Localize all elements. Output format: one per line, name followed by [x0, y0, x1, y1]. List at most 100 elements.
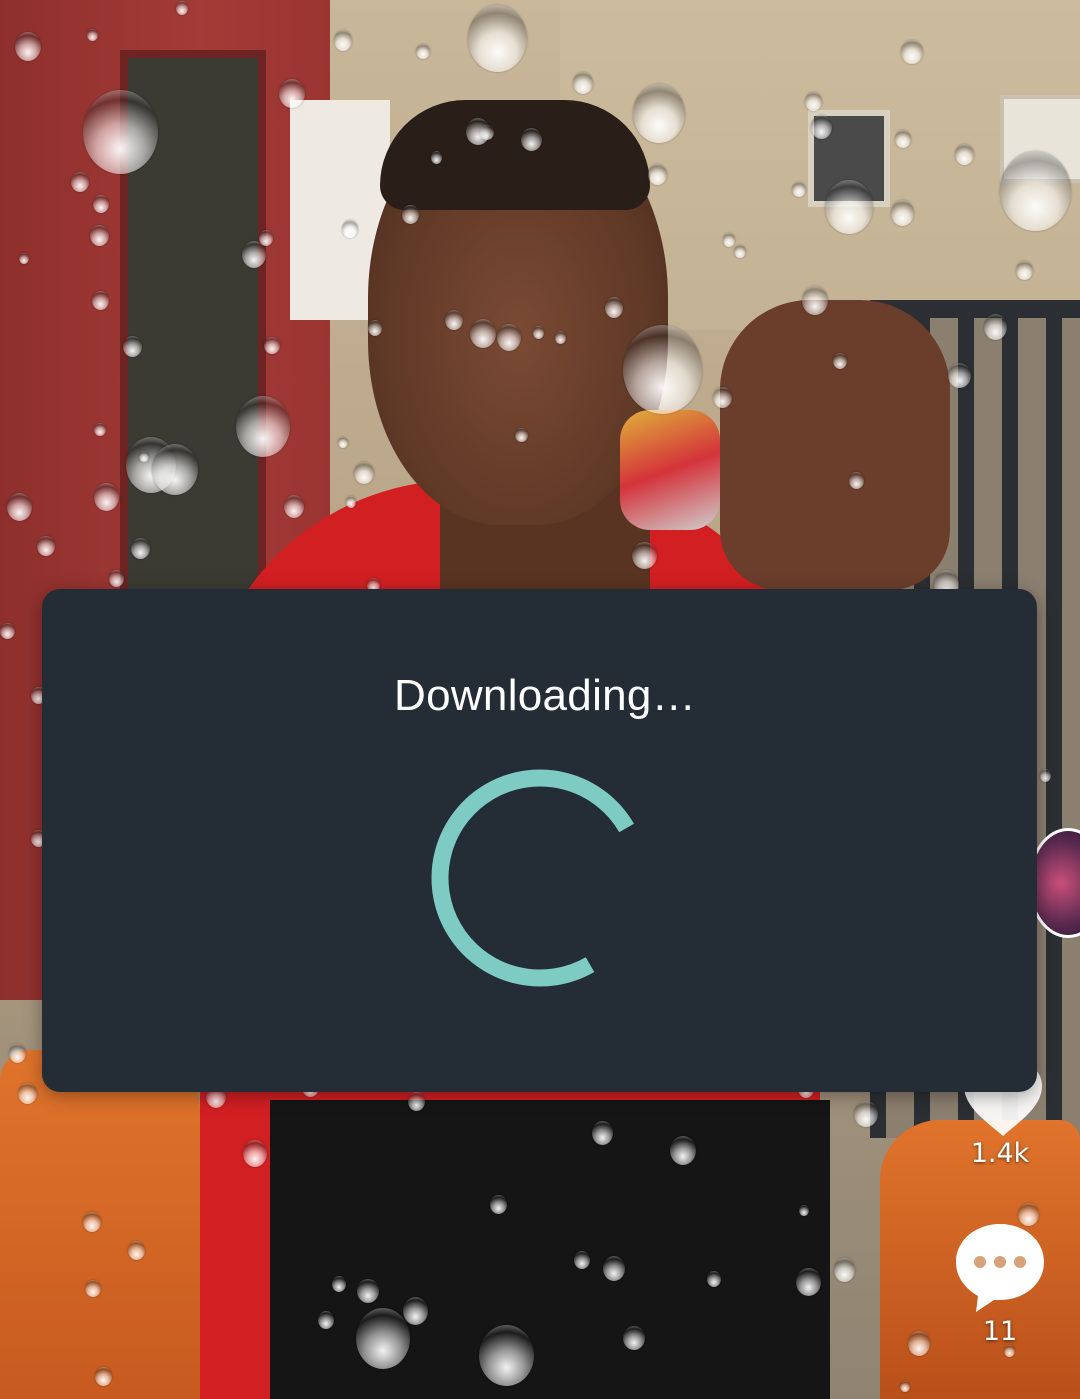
water-droplet [834, 1258, 855, 1282]
water-droplet [633, 84, 685, 143]
water-droplet [431, 151, 442, 164]
water-droplet [948, 363, 971, 388]
water-droplet [403, 1297, 428, 1325]
water-droplet [623, 1326, 645, 1350]
water-droplet [470, 319, 496, 348]
water-droplet [85, 1280, 101, 1297]
comment-button[interactable] [952, 1218, 1048, 1314]
water-droplet [900, 1381, 910, 1392]
water-droplet [94, 483, 119, 511]
water-droplet [479, 1325, 534, 1386]
water-droplet [83, 90, 158, 174]
water-droplet [955, 144, 974, 165]
water-droplet [284, 495, 304, 518]
water-droplet [7, 493, 32, 521]
water-droplet [466, 118, 490, 145]
water-droplet [152, 444, 198, 495]
water-droplet [849, 472, 864, 489]
water-droplet [521, 128, 542, 151]
water-droplet [895, 130, 911, 148]
loading-spinner-icon [431, 769, 634, 987]
water-droplet [574, 1251, 590, 1269]
water-droplet [139, 451, 149, 462]
water-droplet [279, 79, 305, 108]
water-droplet [1016, 261, 1033, 280]
water-droplet [18, 1083, 37, 1104]
like-count: 1.4k [970, 1138, 1030, 1169]
water-droplet [605, 297, 623, 318]
water-droplet [123, 336, 142, 357]
water-droplet [243, 1140, 267, 1167]
water-droplet [445, 310, 463, 330]
water-droplet [128, 1241, 145, 1260]
water-droplet [811, 115, 832, 139]
water-droplet [603, 1256, 625, 1281]
water-droplet [490, 1195, 507, 1214]
water-droplet [15, 32, 41, 61]
water-droplet [799, 1205, 809, 1216]
water-droplet [90, 225, 109, 246]
water-droplet [802, 286, 828, 315]
water-droplet [713, 387, 732, 408]
water-droplet [95, 1367, 112, 1386]
water-droplet [356, 1308, 410, 1369]
water-droplet [623, 325, 702, 414]
water-droplet [416, 44, 430, 59]
water-droplet [670, 1136, 696, 1165]
water-droplet [109, 570, 124, 587]
water-droplet [9, 1044, 26, 1063]
water-droplet [891, 200, 914, 226]
water-droplet [0, 623, 15, 639]
water-droplet [408, 1092, 425, 1111]
water-droplet [346, 496, 356, 508]
water-droplet [825, 180, 873, 234]
water-droplet [707, 1271, 721, 1287]
water-droplet [515, 428, 528, 442]
water-droplet [334, 30, 352, 51]
water-droplet [592, 1121, 613, 1145]
water-droplet [87, 29, 98, 41]
water-droplet [573, 72, 593, 94]
water-droplet [555, 331, 566, 344]
water-droplet [908, 1331, 930, 1356]
water-droplet [71, 172, 89, 192]
water-droplet [264, 337, 280, 354]
water-droplet [901, 40, 923, 64]
water-droplet [93, 195, 109, 213]
water-droplet [94, 423, 106, 436]
water-droplet [854, 1101, 878, 1127]
water-droplet [833, 353, 847, 369]
water-droplet [1000, 151, 1071, 231]
water-droplet [92, 291, 109, 310]
water-droplet [632, 542, 657, 569]
water-droplet [792, 182, 806, 197]
water-droplet [1040, 769, 1051, 782]
video-player[interactable]: 1.4k 11 Downloading… [0, 0, 1080, 1399]
water-droplet [734, 245, 746, 258]
water-droplet [354, 462, 374, 484]
comment-bubble-icon [956, 1224, 1044, 1312]
water-droplet [19, 253, 29, 264]
water-droplet [332, 1276, 346, 1292]
water-droplet [497, 324, 521, 351]
water-droplet [402, 205, 419, 224]
water-droplet [37, 536, 55, 556]
comment-count: 11 [982, 1316, 1018, 1347]
water-droplet [338, 437, 348, 448]
dialog-title: Downloading… [394, 671, 696, 720]
water-droplet [648, 164, 667, 185]
water-droplet [796, 1268, 821, 1296]
water-droplet [342, 220, 358, 238]
water-droplet [176, 1, 188, 15]
water-droplet [131, 538, 150, 559]
water-droplet [368, 320, 382, 336]
water-droplet [83, 1212, 101, 1232]
water-droplet [723, 233, 735, 247]
water-droplet [259, 230, 273, 246]
water-droplet [805, 92, 822, 111]
water-droplet [468, 5, 527, 72]
water-droplet [236, 396, 290, 457]
water-droplet [984, 314, 1007, 340]
water-droplet [357, 1279, 379, 1303]
water-droplet [533, 326, 544, 339]
